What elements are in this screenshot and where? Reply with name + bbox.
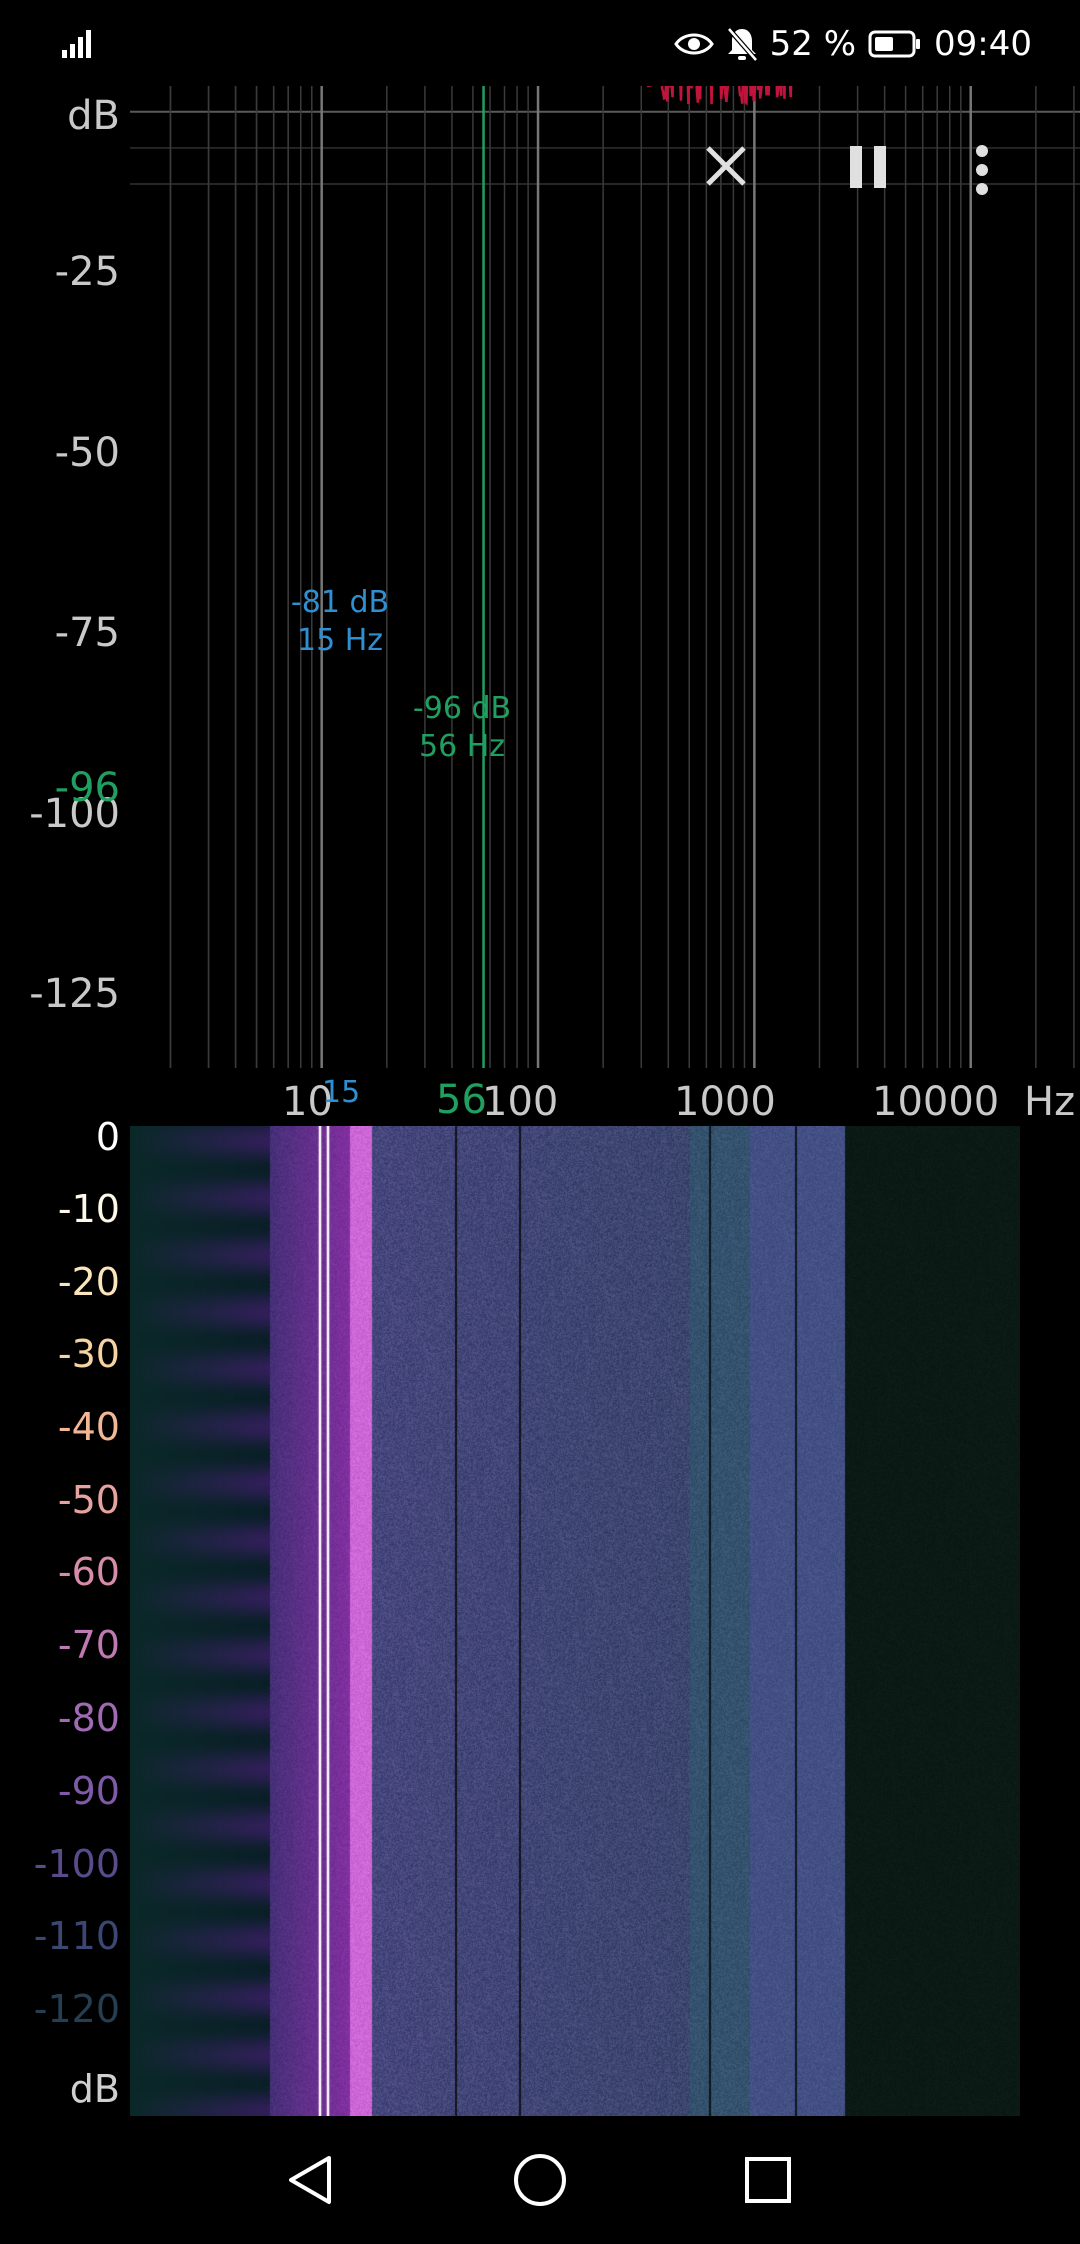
time-tick: -80 xyxy=(57,1696,120,1740)
time-tick: 0 xyxy=(95,1115,120,1159)
spectrum-y-unit: dB xyxy=(67,93,120,139)
time-tick: -90 xyxy=(57,1769,120,1813)
pause-button[interactable] xyxy=(848,144,928,224)
signal-icon xyxy=(62,30,91,58)
back-icon xyxy=(289,2156,331,2204)
more-options-button[interactable] xyxy=(974,144,1054,224)
spectrum-x-tick: 100 xyxy=(482,1079,559,1125)
peak-x-tick: 15 xyxy=(322,1075,361,1110)
peak-annotation: -81 dB 15 Hz xyxy=(280,584,400,659)
spectrum-y-tick: -25 xyxy=(54,249,120,295)
battery-icon xyxy=(868,30,921,58)
spectrum-y-tick: -125 xyxy=(29,971,120,1017)
cursor-y-tick: -96 xyxy=(54,765,120,811)
time-tick: -30 xyxy=(57,1332,120,1376)
more-vert-icon xyxy=(976,145,988,195)
time-tick: -110 xyxy=(33,1914,120,1958)
time-tick: -20 xyxy=(57,1260,120,1304)
spectrogram-y-unit: dB xyxy=(69,2067,120,2111)
spectrum-y-tick: -75 xyxy=(54,610,120,656)
bell-off-icon xyxy=(726,27,758,62)
time-tick: -60 xyxy=(57,1550,120,1594)
navigation-bar xyxy=(0,2116,1080,2244)
time-tick: -100 xyxy=(33,1842,120,1886)
home-button[interactable] xyxy=(504,2144,576,2216)
spectrum-plot[interactable] xyxy=(0,86,1080,1126)
peak-db-label: -81 dB xyxy=(290,585,390,620)
spectrum-x-unit: Hz xyxy=(1024,1079,1076,1125)
cursor-x-tick: 56 xyxy=(436,1077,487,1123)
eye-icon xyxy=(673,33,714,55)
time-tick: -120 xyxy=(33,1987,120,2031)
cursor-annotation: -96 dB 56 Hz xyxy=(402,690,522,765)
cursor-db-label: -96 dB xyxy=(412,691,512,726)
spectrum-panel[interactable]: dB -25 -50 -75 -100 -125 -96 10 100 1000… xyxy=(0,86,1080,1126)
cursor-hz-label: 56 Hz xyxy=(418,728,505,764)
home-icon xyxy=(514,2154,566,2206)
spectrum-x-tick: 10000 xyxy=(872,1079,1000,1125)
status-time: 09:40 xyxy=(934,24,1032,64)
status-indicators: 52 % 09:40 xyxy=(673,20,1032,68)
spectrogram-image[interactable] xyxy=(130,1126,1020,2116)
pause-icon xyxy=(850,146,886,188)
spectrum-y-tick: -50 xyxy=(54,430,120,476)
time-tick: -70 xyxy=(57,1623,120,1667)
spectrogram-panel[interactable]: 0 -10 -20 -30 -40 -50 -60 -70 -80 -90 -1… xyxy=(0,1118,1080,2116)
recents-icon xyxy=(745,2157,791,2203)
battery-percent: 52 % xyxy=(769,24,857,64)
status-bar: 52 % 09:40 xyxy=(0,0,1080,86)
close-icon xyxy=(706,146,746,186)
time-tick: -50 xyxy=(57,1478,120,1522)
recents-button[interactable] xyxy=(732,2144,804,2216)
time-tick: -40 xyxy=(57,1405,120,1449)
spectrum-x-tick: 1000 xyxy=(674,1079,776,1125)
peak-hz-label: 15 Hz xyxy=(296,622,383,658)
back-button[interactable] xyxy=(274,2144,346,2216)
close-button[interactable] xyxy=(704,144,784,224)
time-tick: -10 xyxy=(57,1187,120,1231)
